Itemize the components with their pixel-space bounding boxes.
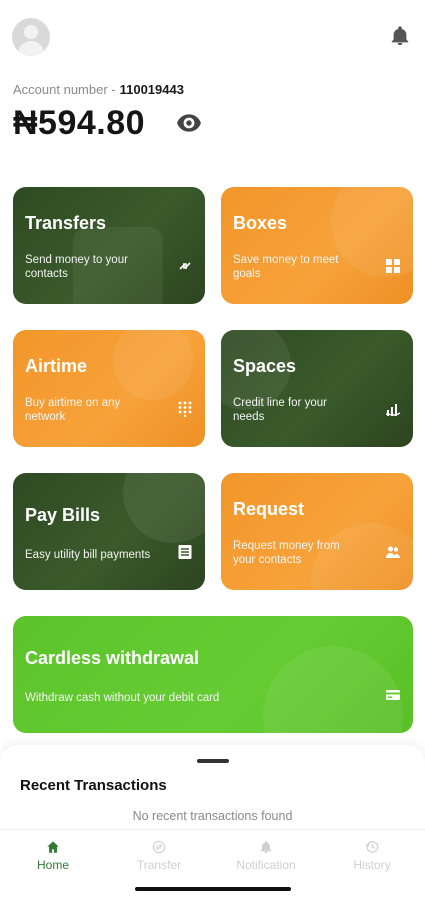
bell-icon[interactable]: [389, 24, 411, 48]
request-desc: Request money from your contacts: [233, 540, 340, 566]
card-icon: [386, 690, 400, 700]
request-card[interactable]: Request Request money from your contacts: [221, 473, 413, 590]
drag-handle[interactable]: [197, 759, 229, 763]
request-title: Request: [233, 499, 305, 519]
transfers-desc: Send money to your contacts: [25, 254, 128, 280]
boxes-card[interactable]: Boxes Save money to meet goals: [221, 187, 413, 304]
eye-icon[interactable]: [176, 113, 202, 133]
chart-hand-icon: [385, 404, 401, 416]
spaces-title: Spaces: [233, 356, 297, 376]
pay-bills-desc: Easy utility bill payments: [25, 549, 151, 561]
pay-bills-card[interactable]: Pay Bills Easy utility bill payments: [13, 473, 205, 590]
account-number: 110019443: [119, 82, 184, 97]
home-indicator: [135, 887, 291, 891]
nav-home[interactable]: Home: [0, 840, 106, 872]
recent-transactions-title: Recent Transactions: [20, 777, 167, 794]
boxes-desc: Save money to meet goals: [233, 254, 339, 280]
boxes-title: Boxes: [233, 213, 288, 233]
receipt-icon: [178, 545, 192, 559]
dialpad-icon: [178, 401, 192, 417]
history-icon: [365, 841, 379, 853]
home-icon: [47, 841, 59, 853]
empty-transactions-message: No recent transactions found: [132, 809, 293, 823]
user-avatar-icon[interactable]: [12, 18, 50, 56]
cardless-withdrawal-card[interactable]: Cardless withdrawal Withdraw cash withou…: [13, 616, 413, 733]
pay-bills-title: Pay Bills: [25, 505, 101, 525]
nav-notification-label: Notification: [236, 858, 296, 872]
transfers-title: Transfers: [25, 213, 107, 233]
grid-icon: [386, 259, 400, 273]
balance-amount: ₦594.80: [13, 104, 146, 142]
cardless-desc: Withdraw cash without your debit card: [25, 692, 220, 704]
spaces-card[interactable]: Spaces Credit line for your needs: [221, 330, 413, 447]
transfer-icon: [152, 840, 166, 854]
transfers-card[interactable]: Transfers Send money to your contacts: [13, 187, 205, 304]
airtime-desc: Buy airtime on any network: [25, 397, 121, 423]
notification-icon: [260, 841, 272, 854]
nav-notification[interactable]: Notification: [213, 840, 319, 872]
nav-transfer[interactable]: Transfer: [106, 840, 212, 872]
airtime-title: Airtime: [25, 356, 88, 376]
nav-history[interactable]: History: [319, 840, 425, 872]
people-icon: [386, 546, 400, 558]
top-bar: [12, 18, 413, 58]
nav-history-label: History: [353, 858, 391, 872]
account-number-line: Account number -110019443: [13, 82, 184, 97]
airtime-card[interactable]: Airtime Buy airtime on any network: [13, 330, 205, 447]
account-label: Account number -: [13, 82, 116, 97]
cardless-title: Cardless withdrawal: [25, 648, 200, 668]
nav-transfer-label: Transfer: [136, 858, 182, 872]
transfer-arrows-icon: [179, 262, 191, 270]
spaces-desc: Credit line for your needs: [233, 397, 327, 423]
nav-home-label: Home: [36, 858, 69, 872]
